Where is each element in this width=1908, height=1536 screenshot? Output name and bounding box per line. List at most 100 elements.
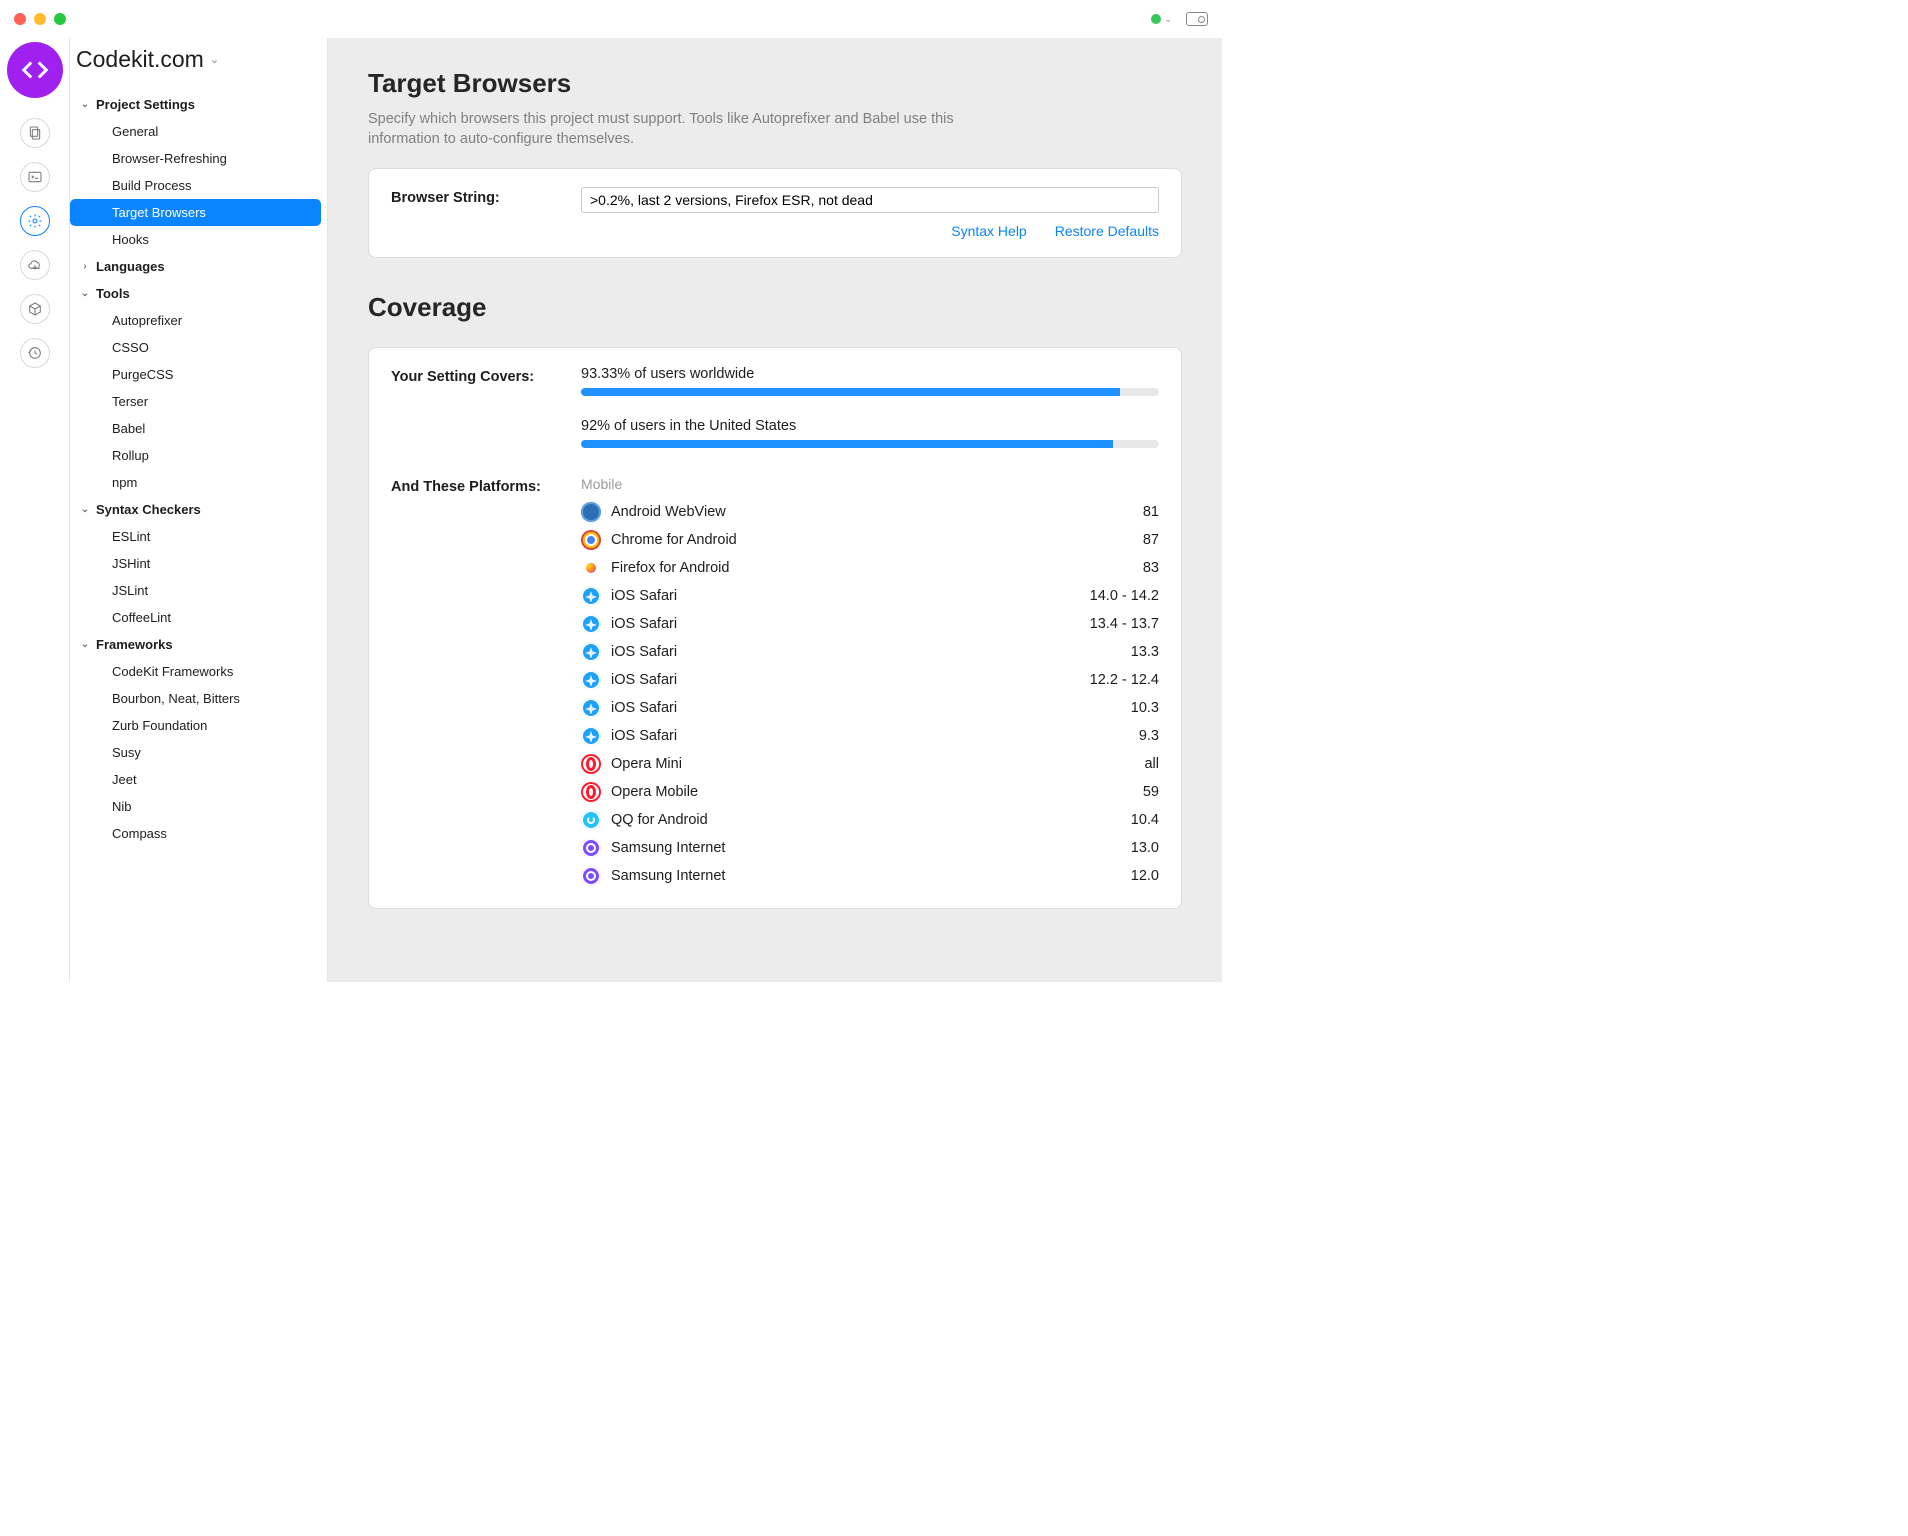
platform-name: iOS Safari bbox=[611, 700, 1131, 716]
tree-item[interactable]: ESLint bbox=[70, 523, 327, 550]
coverage-world-text: 93.33% of users worldwide bbox=[581, 366, 1159, 382]
rail-terminal-icon[interactable] bbox=[20, 162, 50, 192]
platform-row: Chrome for Android87 bbox=[581, 526, 1159, 554]
tree-item[interactable]: Browser-Refreshing bbox=[70, 145, 327, 172]
tree-item[interactable]: Hooks bbox=[70, 226, 327, 253]
tree-item[interactable]: General bbox=[70, 118, 327, 145]
tree-item[interactable]: Zurb Foundation bbox=[70, 712, 327, 739]
tree-item[interactable]: Terser bbox=[70, 388, 327, 415]
restore-defaults-link[interactable]: Restore Defaults bbox=[1055, 223, 1159, 239]
platform-name: iOS Safari bbox=[611, 672, 1090, 688]
minimize-window-button[interactable] bbox=[34, 13, 46, 25]
covers-label: Your Setting Covers: bbox=[391, 366, 561, 385]
tree-item[interactable]: Rollup bbox=[70, 442, 327, 469]
rail-cloud-icon[interactable] bbox=[20, 250, 50, 280]
platforms-label: And These Platforms: bbox=[391, 476, 561, 495]
mobile-header: Mobile bbox=[581, 476, 1159, 492]
platform-name: Opera Mini bbox=[611, 756, 1144, 772]
rail-package-icon[interactable] bbox=[20, 294, 50, 324]
close-window-button[interactable] bbox=[14, 13, 26, 25]
platform-version: 13.0 bbox=[1131, 840, 1159, 856]
server-status-menu[interactable]: ⌄ bbox=[1151, 14, 1172, 25]
platform-name: Firefox for Android bbox=[611, 560, 1143, 576]
tree-section-label: Frameworks bbox=[96, 637, 173, 652]
safari-icon bbox=[581, 698, 601, 718]
coverage-card: Your Setting Covers: 93.33% of users wor… bbox=[368, 347, 1182, 909]
platforms-list: Android WebView81Chrome for Android87 Fir… bbox=[581, 498, 1159, 890]
tree-item[interactable]: Target Browsers bbox=[70, 199, 321, 226]
tree-item[interactable]: CSSO bbox=[70, 334, 327, 361]
android-webview-icon bbox=[581, 502, 601, 522]
browser-string-label: Browser String: bbox=[391, 187, 561, 206]
browser-string-input[interactable] bbox=[581, 187, 1159, 213]
coverage-world-bar bbox=[581, 388, 1159, 396]
tree-item[interactable]: Susy bbox=[70, 739, 327, 766]
settings-tree: ⌄Project SettingsGeneralBrowser-Refreshi… bbox=[70, 91, 327, 847]
platform-name: iOS Safari bbox=[611, 588, 1090, 604]
tree-item[interactable]: npm bbox=[70, 469, 327, 496]
chevron-down-icon: ⌄ bbox=[78, 99, 92, 110]
safari-icon bbox=[581, 642, 601, 662]
coverage-us-bar bbox=[581, 440, 1159, 448]
platform-row: iOS Safari10.3 bbox=[581, 694, 1159, 722]
tree-section[interactable]: ⌄Syntax Checkers bbox=[70, 496, 327, 523]
page-title: Target Browsers bbox=[368, 68, 1182, 99]
tree-item[interactable]: Nib bbox=[70, 793, 327, 820]
safari-icon bbox=[581, 614, 601, 634]
zoom-window-button[interactable] bbox=[54, 13, 66, 25]
tree-item[interactable]: Compass bbox=[70, 820, 327, 847]
platform-row: QQ for Android10.4 bbox=[581, 806, 1159, 834]
tree-item[interactable]: Babel bbox=[70, 415, 327, 442]
syntax-help-link[interactable]: Syntax Help bbox=[951, 223, 1026, 239]
platform-row: iOS Safari13.3 bbox=[581, 638, 1159, 666]
window-controls bbox=[14, 13, 66, 25]
platform-version: 83 bbox=[1143, 560, 1159, 576]
platform-row: Samsung Internet12.0 bbox=[581, 862, 1159, 890]
safari-icon bbox=[581, 670, 601, 690]
sidebar: Codekit.com ⌄ ⌄Project SettingsGeneralBr… bbox=[70, 38, 328, 982]
tree-item[interactable]: Bourbon, Neat, Bitters bbox=[70, 685, 327, 712]
tree-item[interactable]: PurgeCSS bbox=[70, 361, 327, 388]
chevron-down-icon: ⌄ bbox=[78, 639, 92, 650]
titlebar: ⌄ bbox=[0, 0, 1222, 38]
tree-item[interactable]: JSHint bbox=[70, 550, 327, 577]
platform-row: Samsung Internet13.0 bbox=[581, 834, 1159, 862]
tree-item[interactable]: JSLint bbox=[70, 577, 327, 604]
tree-section[interactable]: ›Languages bbox=[70, 253, 327, 280]
project-title-menu[interactable]: Codekit.com ⌄ bbox=[70, 38, 327, 91]
opera-icon bbox=[581, 754, 601, 774]
platform-row: iOS Safari14.0 - 14.2 bbox=[581, 582, 1159, 610]
rail-history-icon[interactable] bbox=[20, 338, 50, 368]
tree-section[interactable]: ⌄ Frameworks bbox=[70, 631, 327, 658]
chevron-down-icon: ⌄ bbox=[78, 288, 92, 299]
platform-row: Opera Miniall bbox=[581, 750, 1159, 778]
platform-row: Android WebView81 bbox=[581, 498, 1159, 526]
tree-item[interactable]: CoffeeLint bbox=[70, 604, 327, 631]
rail-files-icon[interactable] bbox=[20, 118, 50, 148]
tree-section-label: Tools bbox=[96, 286, 130, 301]
rail-settings-icon[interactable] bbox=[20, 206, 50, 236]
tree-item[interactable]: Jeet bbox=[70, 766, 327, 793]
platform-row: iOS Safari12.2 - 12.4 bbox=[581, 666, 1159, 694]
platform-version: all bbox=[1144, 756, 1159, 772]
platform-version: 13.4 - 13.7 bbox=[1090, 616, 1159, 632]
server-status-icon bbox=[1151, 14, 1161, 24]
platform-version: 10.3 bbox=[1131, 700, 1159, 716]
tree-item[interactable]: CodeKit Frameworks bbox=[70, 658, 327, 685]
main-content: Target Browsers Specify which browsers t… bbox=[328, 38, 1222, 982]
tree-section[interactable]: ⌄ Tools bbox=[70, 280, 327, 307]
tree-section[interactable]: ⌄Project Settings bbox=[70, 91, 327, 118]
app-logo[interactable] bbox=[7, 42, 63, 98]
tree-item[interactable]: Autoprefixer bbox=[70, 307, 327, 334]
chevron-down-icon: ⌄ bbox=[210, 53, 219, 66]
firefox-icon bbox=[581, 558, 601, 578]
preview-icon[interactable] bbox=[1186, 12, 1208, 26]
platform-name: Samsung Internet bbox=[611, 840, 1131, 856]
platform-name: iOS Safari bbox=[611, 728, 1139, 744]
platform-version: 14.0 - 14.2 bbox=[1090, 588, 1159, 604]
platform-version: 87 bbox=[1143, 532, 1159, 548]
samsung-icon bbox=[581, 866, 601, 886]
tree-item[interactable]: Build Process bbox=[70, 172, 327, 199]
platform-version: 81 bbox=[1143, 504, 1159, 520]
samsung-icon bbox=[581, 838, 601, 858]
